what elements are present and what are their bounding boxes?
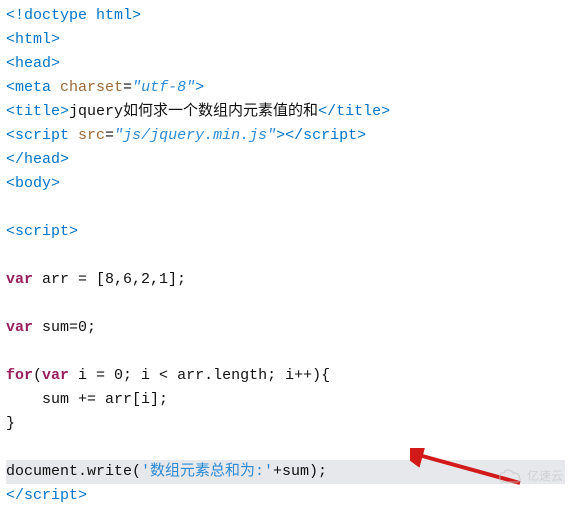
code-line: </head> xyxy=(6,148,565,172)
tok: html xyxy=(15,31,51,48)
code-line: <!doctype html> xyxy=(6,4,565,28)
tok: > xyxy=(195,79,204,96)
keyword: for xyxy=(6,367,33,384)
tok: > xyxy=(51,31,60,48)
tok: charset xyxy=(60,79,123,96)
tok: > xyxy=(132,7,141,24)
keyword: var xyxy=(6,271,33,288)
code-line: <script src="js/jquery.min.js"></script> xyxy=(6,124,565,148)
tok: < xyxy=(6,31,15,48)
tok: arr = [8,6,2,1]; xyxy=(33,271,186,288)
blank-line xyxy=(6,196,565,220)
blank-line xyxy=(6,292,565,316)
tok: < xyxy=(6,79,15,96)
tok: < xyxy=(6,127,15,144)
code-line: <body> xyxy=(6,172,565,196)
tok: doctype html xyxy=(24,7,132,24)
code-line: <script> xyxy=(6,220,565,244)
code-line: var sum=0; xyxy=(6,316,565,340)
tok: < xyxy=(6,175,15,192)
tok: sum=0; xyxy=(33,319,96,336)
tok: </ xyxy=(318,103,336,120)
tok: > xyxy=(60,151,69,168)
tok: < xyxy=(6,55,15,72)
keyword: var xyxy=(42,367,69,384)
tok: > xyxy=(381,103,390,120)
tok: body xyxy=(15,175,51,192)
code-line: <html> xyxy=(6,28,565,52)
tok: script xyxy=(15,223,69,240)
tok: script xyxy=(303,127,357,144)
title-text: jquery如何求一个数组内元素值的和 xyxy=(69,103,318,120)
tok: > xyxy=(276,127,285,144)
string-literal: '数组元素总和为:' xyxy=(141,463,273,480)
tok: document.write( xyxy=(6,463,141,480)
tok: meta xyxy=(15,79,60,96)
tok: sum += arr[i]; xyxy=(6,391,168,408)
tok: > xyxy=(69,223,78,240)
code-line-highlighted: document.write('数组元素总和为:'+sum); xyxy=(6,460,565,484)
tok: > xyxy=(357,127,366,144)
tok: = xyxy=(105,127,114,144)
tok: title xyxy=(336,103,381,120)
code-line: <meta charset="utf-8"> xyxy=(6,76,565,100)
code-line: <title>jquery如何求一个数组内元素值的和</title> xyxy=(6,100,565,124)
tok: script xyxy=(24,487,78,504)
blank-line xyxy=(6,436,565,460)
tok: </ xyxy=(6,487,24,504)
tok: = xyxy=(123,79,132,96)
tok: > xyxy=(51,55,60,72)
tok: title xyxy=(15,103,60,120)
tok: <! xyxy=(6,7,24,24)
tok: > xyxy=(60,103,69,120)
code-line: var arr = [8,6,2,1]; xyxy=(6,268,565,292)
tok: < xyxy=(6,103,15,120)
tok: i = 0; i < arr.length; i++){ xyxy=(69,367,330,384)
tok: </ xyxy=(285,127,303,144)
code-block: <!doctype html> <html> <head> <meta char… xyxy=(6,4,565,508)
tok: "utf-8" xyxy=(132,79,195,96)
tok: +sum); xyxy=(273,463,327,480)
blank-line xyxy=(6,340,565,364)
tok: head xyxy=(15,55,51,72)
tok: src xyxy=(78,127,105,144)
tok: </ xyxy=(6,151,24,168)
blank-line xyxy=(6,244,565,268)
code-line: } xyxy=(6,412,565,436)
code-line: sum += arr[i]; xyxy=(6,388,565,412)
code-line: for(var i = 0; i < arr.length; i++){ xyxy=(6,364,565,388)
tok: } xyxy=(6,415,15,432)
tok: ( xyxy=(33,367,42,384)
code-line: </script> xyxy=(6,484,565,508)
code-line: <head> xyxy=(6,52,565,76)
tok: script xyxy=(15,127,78,144)
keyword: var xyxy=(6,319,33,336)
tok: head xyxy=(24,151,60,168)
tok: "js/jquery.min.js" xyxy=(114,127,276,144)
tok: > xyxy=(51,175,60,192)
tok: < xyxy=(6,223,15,240)
tok: > xyxy=(78,487,87,504)
